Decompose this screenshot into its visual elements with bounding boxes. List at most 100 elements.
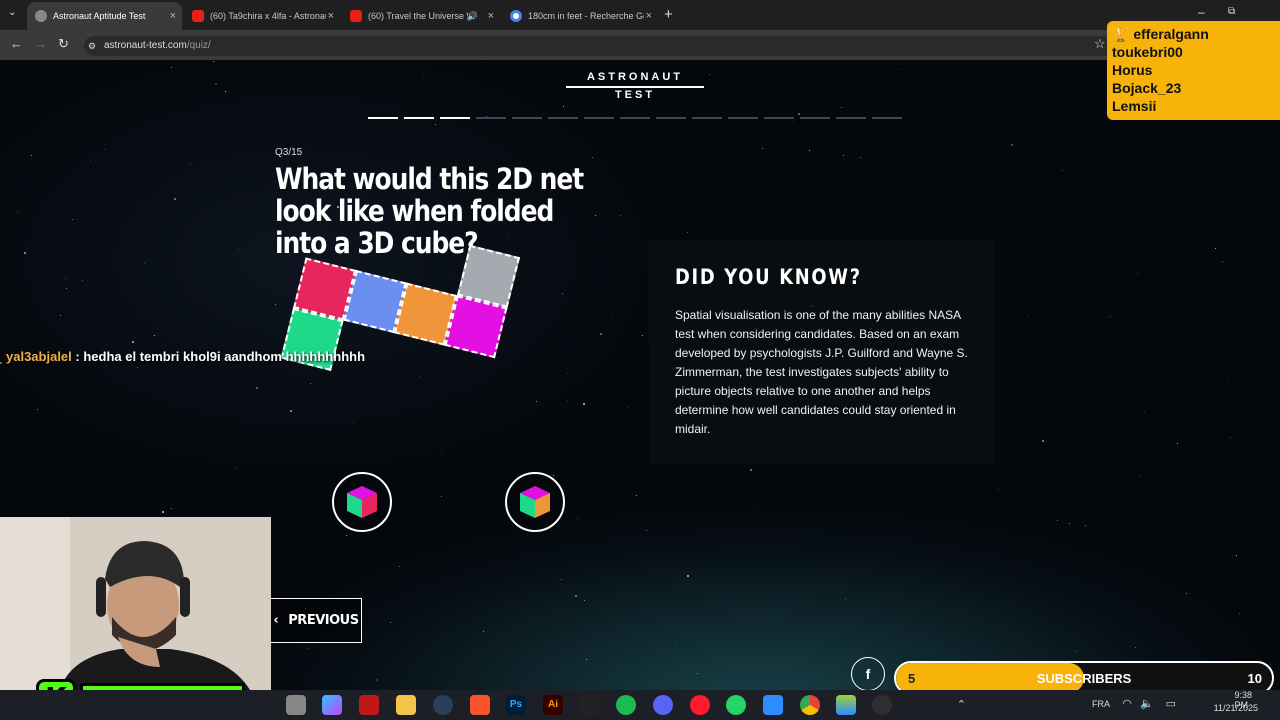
obs-icon[interactable] xyxy=(872,695,892,715)
tab-google-search[interactable]: 180cm in feet - Recherche Goo × xyxy=(502,2,658,30)
star xyxy=(162,511,164,513)
battery-icon[interactable]: ▭ xyxy=(1166,697,1176,710)
star xyxy=(1140,476,1141,477)
app-icon[interactable] xyxy=(763,695,783,715)
star xyxy=(646,530,647,531)
site-info-icon[interactable]: ⚙ xyxy=(88,36,96,56)
star xyxy=(144,263,145,264)
cube-option-icon xyxy=(520,486,550,518)
url-host: astronaut-test.com xyxy=(104,40,187,51)
language-indicator[interactable]: FRA xyxy=(1092,699,1110,709)
discord-icon[interactable] xyxy=(653,695,673,715)
spotify-icon[interactable] xyxy=(616,695,636,715)
star xyxy=(577,518,578,519)
star xyxy=(845,599,846,600)
star xyxy=(154,335,155,336)
tab-label: Astronaut Aptitude Test xyxy=(53,11,146,21)
star xyxy=(441,450,442,451)
reload-icon[interactable]: ↻ xyxy=(58,36,69,52)
steam-icon[interactable] xyxy=(433,695,453,715)
star xyxy=(341,652,342,653)
cube-option-icon xyxy=(347,486,377,518)
star xyxy=(998,489,999,490)
site-logo[interactable]: ASTRONAUT TEST xyxy=(566,68,704,101)
question-number: Q3/15 xyxy=(275,147,303,158)
star xyxy=(675,644,676,645)
facebook-share-icon[interactable]: f xyxy=(851,657,885,690)
progress-segment xyxy=(476,117,506,119)
figma-icon[interactable] xyxy=(580,695,600,715)
clock-date[interactable]: 11/21/2025 xyxy=(1214,703,1258,713)
trophy-icon: 🏆 xyxy=(1112,26,1130,42)
speaker-icon[interactable]: 🔊 xyxy=(467,11,478,22)
star xyxy=(1110,316,1111,317)
folder-icon[interactable] xyxy=(396,695,416,715)
chevron-up-icon[interactable]: ⌃ xyxy=(957,698,966,711)
webcam-feed xyxy=(0,517,271,690)
star xyxy=(171,508,172,509)
star xyxy=(31,155,32,156)
star xyxy=(600,333,602,335)
progress-segment xyxy=(656,117,686,119)
subscriber-goal: 10 xyxy=(1247,671,1262,686)
star xyxy=(562,293,563,294)
mcafee-icon[interactable] xyxy=(359,695,379,715)
star xyxy=(376,679,378,681)
new-tab-button[interactable]: + xyxy=(664,6,673,23)
tab-list-button[interactable]: ⌄ xyxy=(8,7,16,18)
illustrator-icon[interactable]: Ai xyxy=(543,695,563,715)
wifi-icon[interactable]: ◠ xyxy=(1122,697,1132,710)
brave-icon[interactable] xyxy=(470,695,490,715)
previous-button[interactable]: ‹ PREVIOUS xyxy=(270,598,362,643)
chevron-left-icon: ‹ xyxy=(273,613,279,628)
tab-youtube-1[interactable]: (60) Ta9chira x 4lfa - Astronaut × xyxy=(184,2,340,30)
star xyxy=(561,579,562,580)
youtube-icon xyxy=(350,10,362,22)
did-you-know-title: DID YOU KNOW? xyxy=(675,265,862,289)
star xyxy=(346,535,347,536)
star xyxy=(307,648,308,649)
close-icon[interactable]: × xyxy=(646,10,652,22)
star xyxy=(90,160,91,161)
star-icon[interactable]: ☆ xyxy=(1094,36,1106,52)
viewer-row: Lemsii xyxy=(1112,98,1157,114)
cube-net-figure xyxy=(260,235,540,435)
progress-segment xyxy=(620,117,650,119)
star xyxy=(627,407,628,408)
minimize-button[interactable]: – xyxy=(1198,5,1205,19)
whatsapp-icon[interactable] xyxy=(726,695,746,715)
close-icon[interactable]: × xyxy=(170,10,176,22)
star xyxy=(575,595,577,597)
progress-segment xyxy=(548,117,578,119)
progress-segment xyxy=(584,117,614,119)
did-you-know-body: Spatial visualisation is one of the many… xyxy=(675,308,968,436)
star xyxy=(37,409,38,410)
arrow-left-icon[interactable]: ← xyxy=(10,36,23,51)
star xyxy=(423,77,424,78)
copilot-icon[interactable] xyxy=(322,695,342,715)
tab-youtube-2[interactable]: (60) Travel the Universe Wh 🔊 × xyxy=(342,2,500,30)
file-explorer-icon[interactable] xyxy=(286,695,306,715)
star xyxy=(0,362,2,364)
star xyxy=(592,157,593,158)
chrome-icon[interactable] xyxy=(800,695,820,715)
tab-astronaut-aptitude[interactable]: Astronaut Aptitude Test × xyxy=(27,2,182,30)
opera-icon[interactable] xyxy=(690,695,710,715)
arrow-right-icon[interactable]: → xyxy=(34,36,47,51)
volume-icon[interactable]: 🔈 xyxy=(1140,697,1154,710)
close-icon[interactable]: × xyxy=(488,10,494,22)
url-field[interactable]: ⚙ astronaut-test.com/quiz/ xyxy=(84,36,1116,56)
star xyxy=(901,69,902,70)
restore-button[interactable]: ⧉ xyxy=(1228,6,1235,17)
viewer-row: 🏆 efferalgann xyxy=(1112,26,1209,42)
star xyxy=(595,215,596,216)
answer-option-b[interactable] xyxy=(505,472,565,532)
bluestacks-icon[interactable] xyxy=(836,695,856,715)
close-icon[interactable]: × xyxy=(328,10,334,22)
star xyxy=(17,212,18,213)
answer-option-a[interactable] xyxy=(332,472,392,532)
star xyxy=(750,469,752,471)
photoshop-icon[interactable]: Ps xyxy=(506,695,526,715)
chat-separator: : xyxy=(71,349,84,364)
star xyxy=(1236,555,1237,556)
